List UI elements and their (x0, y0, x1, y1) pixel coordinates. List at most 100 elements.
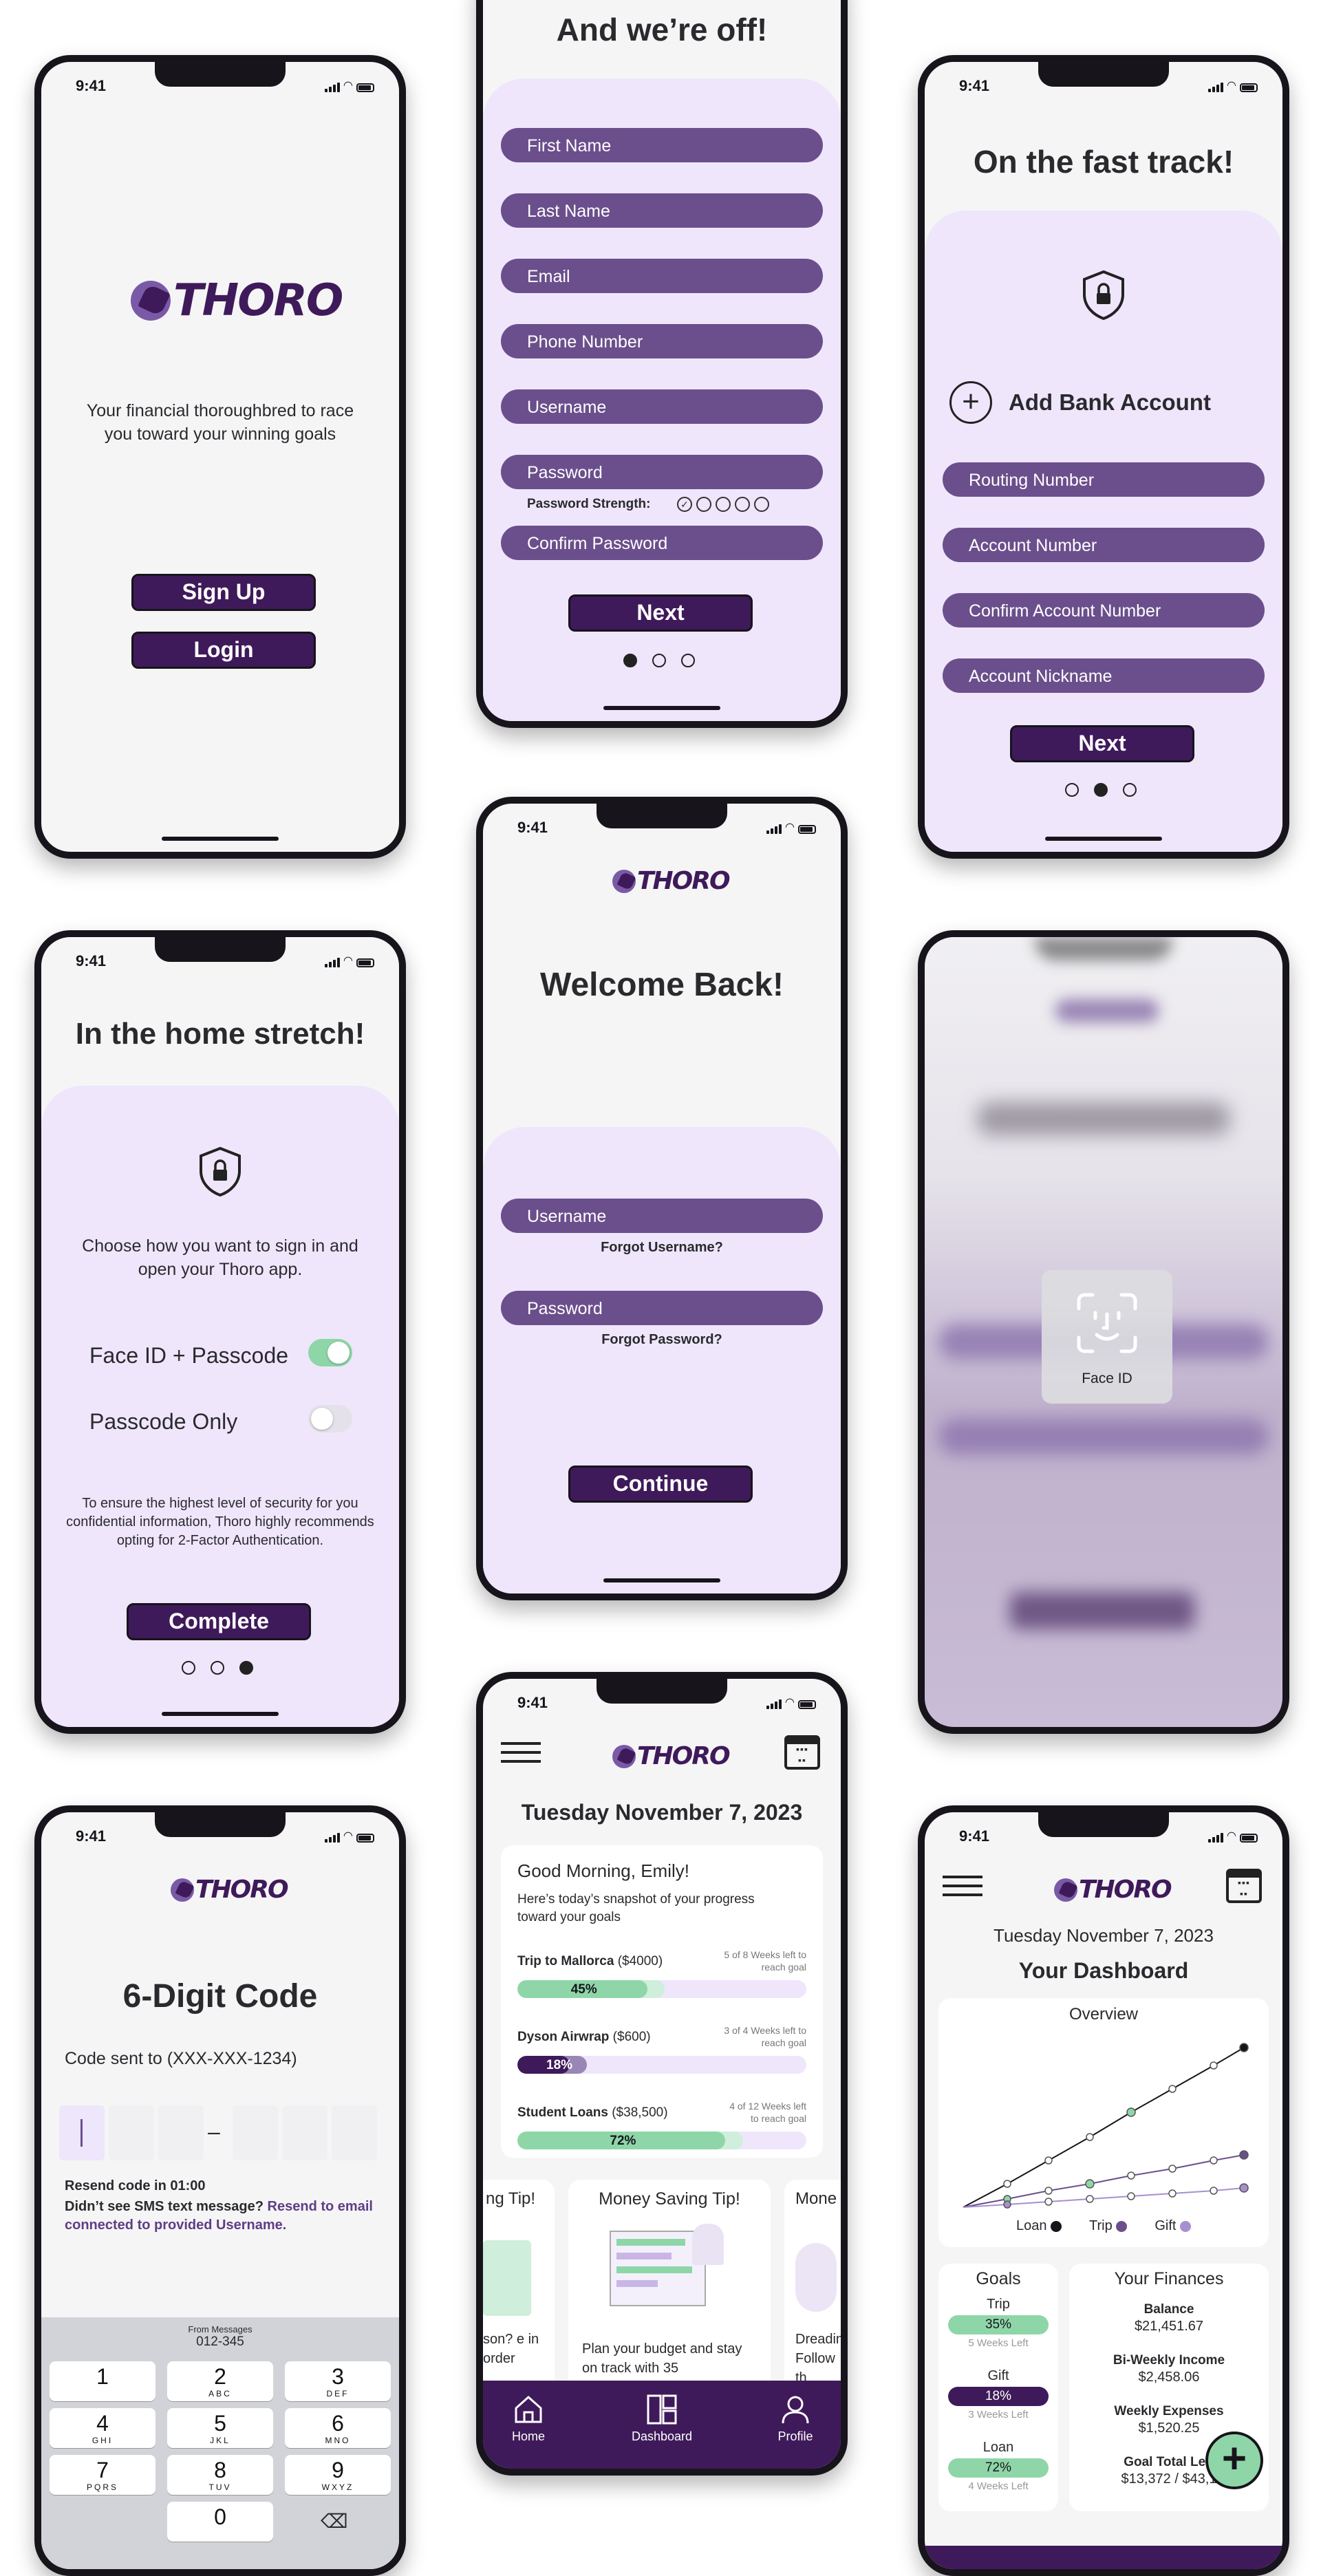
status-bar: 9:41 ◠ (41, 949, 399, 969)
status-time: 9:41 (517, 1694, 548, 1711)
hamburger-menu-icon[interactable] (501, 1742, 541, 1763)
account-nickname-field[interactable]: Account Nickname (943, 658, 1265, 693)
calendar-icon[interactable]: ▪▪▪ ▪▪ (784, 1735, 820, 1770)
email-field[interactable]: Email (501, 259, 823, 293)
confirm-password-field[interactable]: Confirm Password (501, 526, 823, 560)
progress-card: Good Morning, Emily! Here’s today’s snap… (501, 1845, 823, 2158)
first-name-field[interactable]: First Name (501, 128, 823, 162)
dashboard-goal-item[interactable]: Gift 18% 3 Weeks Left (948, 2368, 1049, 2421)
battery-icon (1240, 83, 1258, 92)
dashboard-goal-item[interactable]: Loan 72% 4 Weeks Left (948, 2440, 1049, 2492)
dashboard-goal-name: Trip (987, 2297, 1010, 2312)
security-screen: 9:41 ◠ In the home stretch! Choose how y… (34, 930, 406, 1734)
complete-button[interactable]: Complete (127, 1603, 311, 1640)
key-2[interactable]: 2 ABC (167, 2361, 273, 2401)
tip-card-left[interactable]: ng Tip! son? e in order (483, 2180, 555, 2414)
goal-progress-item[interactable]: Trip to Mallorca ($4000) 5 of 8 Weeks lef… (517, 1949, 806, 2017)
home-indicator (162, 837, 279, 841)
tip-card-right[interactable]: Mone Dreading Follow th (784, 2180, 841, 2414)
home-date: Tuesday November 7, 2023 (521, 1800, 803, 1825)
add-bank-account-button[interactable]: + Add Bank Account (949, 381, 1211, 424)
account-number-field[interactable]: Account Number (943, 528, 1265, 562)
finance-label: Bi-Weekly Income (1113, 2353, 1225, 2368)
forgot-username-link[interactable]: Forgot Username? (483, 1240, 841, 1256)
faceid-screen: Face ID (918, 930, 1289, 1734)
battery-icon (1240, 1834, 1258, 1843)
continue-button[interactable]: Continue (568, 1466, 753, 1503)
key-8[interactable]: 8 TUV (167, 2455, 273, 2495)
signal-icon (324, 958, 340, 967)
hamburger-menu-icon[interactable] (943, 1876, 982, 1896)
goal-progress-item[interactable]: Student Loans ($38,500) 4 of 12 Weeks lef… (517, 2100, 806, 2169)
goal-progress-item[interactable]: Dyson Airwrap ($600) 3 of 4 Weeks left to… (517, 2024, 806, 2093)
password-field[interactable]: Password (501, 1291, 823, 1325)
key-0[interactable]: 0 (167, 2502, 273, 2542)
passcode-toggle[interactable] (308, 1405, 352, 1432)
horse-logo-icon (612, 869, 636, 893)
faceid-toggle[interactable] (308, 1339, 352, 1366)
code-digit-box[interactable] (282, 2105, 327, 2160)
login-screen: 9:41 ◠ THORO Welcome Back! Username Forg… (476, 797, 848, 1600)
thoro-logo: THORO (131, 275, 343, 326)
add-goal-button[interactable]: + (1205, 2432, 1263, 2489)
code-digit-box[interactable] (233, 2105, 278, 2160)
dashboard-screen: 9:41 ◠ THORO ▪▪▪ ▪▪ Tuesday November 7, 2… (918, 1805, 1289, 2576)
key-1[interactable]: 1 (50, 2361, 155, 2401)
nav-profile[interactable]: Profile (754, 2393, 837, 2444)
thoro-logo: THORO (171, 1876, 289, 1904)
username-field[interactable]: Username (501, 1199, 823, 1233)
wifi-icon: ◠ (343, 80, 352, 92)
key-6[interactable]: 6 MNO (285, 2408, 391, 2448)
code-digit-box[interactable] (109, 2105, 154, 2160)
dashboard-goal-weeks: 4 Weeks Left (968, 2480, 1029, 2492)
password-strength-meter: ✓ (677, 497, 769, 512)
wifi-icon: ◠ (343, 955, 352, 967)
nav-dashboard[interactable]: Dashboard (621, 2393, 703, 2444)
username-field[interactable]: Username (501, 389, 823, 424)
text-cursor (80, 2119, 83, 2147)
routing-number-field[interactable]: Routing Number (943, 462, 1265, 497)
page-indicator (1065, 783, 1137, 797)
backspace-icon[interactable]: ⌫ (321, 2510, 348, 2533)
sign-up-button[interactable]: Sign Up (131, 574, 316, 611)
calendar-icon[interactable]: ▪▪▪ ▪▪ (1226, 1869, 1262, 1903)
password-field[interactable]: Password (501, 455, 823, 489)
nav-home[interactable]: Home (487, 2393, 570, 2444)
login-button[interactable]: Login (131, 632, 316, 669)
key-5[interactable]: 5 JKL (167, 2408, 273, 2448)
code-suggestion[interactable]: From Messages 012-345 (41, 2324, 399, 2350)
dashboard-icon (647, 2394, 677, 2425)
key-4[interactable]: 4 GHI (50, 2408, 155, 2448)
faceid-label: Face ID (1082, 1371, 1132, 1386)
tip-illustration (795, 2243, 837, 2312)
legend-gift: Gift (1154, 2218, 1191, 2234)
code-digit-box[interactable] (332, 2105, 377, 2160)
wifi-icon: ◠ (785, 1697, 794, 1708)
money-saving-tip-card[interactable]: Money Saving Tip! Plan your budget and s… (568, 2180, 771, 2414)
dashboard-goal-name: Loan (982, 2440, 1014, 2455)
code-input[interactable]: – (59, 2105, 381, 2160)
goal-progress-label: 18% (546, 2058, 573, 2072)
key-3[interactable]: 3 DEF (285, 2361, 391, 2401)
phone-number-field[interactable]: Phone Number (501, 324, 823, 358)
confirm-account-number-field[interactable]: Confirm Account Number (943, 593, 1265, 627)
dashboard-goal-percent: 35% (948, 2315, 1049, 2334)
strength-check-icon: ✓ (677, 497, 692, 512)
code-digit-box[interactable] (59, 2105, 105, 2160)
goal-name: Dyson Airwrap ($600) (517, 2030, 651, 2044)
plus-icon: + (1221, 2435, 1247, 2482)
next-button[interactable]: Next (1010, 725, 1194, 762)
key-7[interactable]: 7 PQRS (50, 2455, 155, 2495)
key-9[interactable]: 9 WXYZ (285, 2455, 391, 2495)
dashboard-goal-weeks: 3 Weeks Left (968, 2409, 1029, 2421)
battery-icon (798, 1700, 816, 1709)
code-digit-box[interactable] (158, 2105, 204, 2160)
dashboard-goal-item[interactable]: Trip 35% 5 Weeks Left (948, 2297, 1049, 2349)
next-button[interactable]: Next (568, 594, 753, 632)
forgot-password-link[interactable]: Forgot Password? (483, 1332, 841, 1348)
goals-title: Goals (976, 2269, 1021, 2288)
finance-label: Weekly Expenses (1114, 2404, 1224, 2418)
legend-dot (1116, 2220, 1128, 2232)
faceid-option-label: Face ID + Passcode (89, 1343, 289, 1368)
last-name-field[interactable]: Last Name (501, 193, 823, 228)
